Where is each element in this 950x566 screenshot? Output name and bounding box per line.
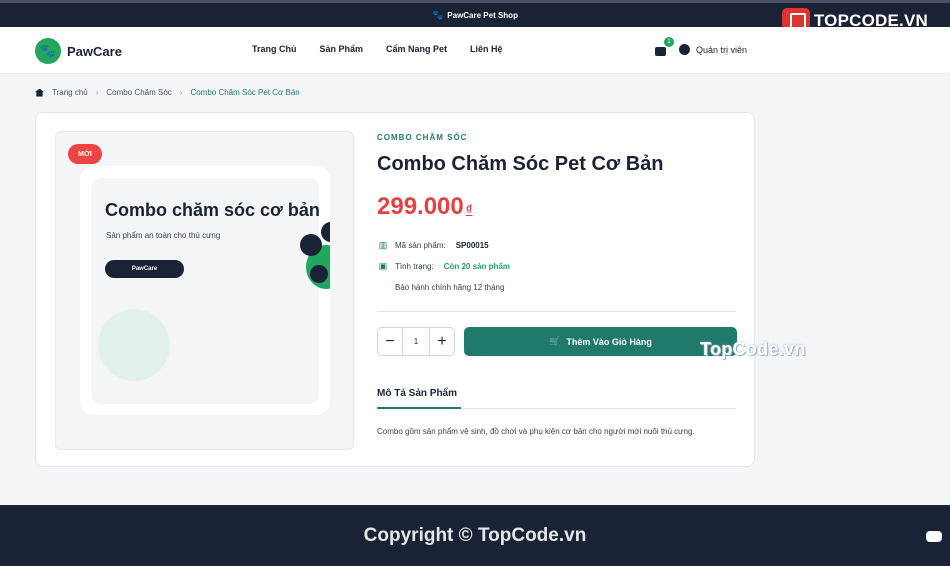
tab-description[interactable]: Mô Tả Sản Phẩm [377, 388, 457, 399]
chevron-right-icon: › [179, 88, 183, 97]
watermark-text: TopCode.vn [700, 339, 806, 359]
price-value: 299.000 [377, 193, 464, 220]
sku-row: ▥ Mã sản phẩm: SP00015 [377, 240, 489, 251]
new-badge: MỚI [68, 144, 102, 164]
announcement: 🐾 PawCare Pet Shop [432, 10, 518, 21]
warranty-text: Bảo hành chính hãng 12 tháng [395, 283, 505, 292]
product-price: 299.000 ₫ [377, 193, 472, 221]
product-image[interactable]: MỚI Combo chăm sóc cơ bản Sản phẩm an to… [55, 131, 354, 450]
breadcrumb-current: Combo Chăm Sóc Pet Cơ Bản [190, 88, 300, 97]
quantity-input[interactable]: 1 [402, 328, 430, 355]
site-footer: Copyright © TopCode.vn [0, 505, 950, 566]
decor-dot [300, 234, 322, 256]
product-title: Combo Chăm Sóc Pet Cơ Bản [377, 153, 664, 175]
tab-active-indicator [377, 407, 461, 409]
copyright: Copyright © TopCode.vn [363, 524, 587, 546]
breadcrumb-home[interactable]: Trang chủ [52, 88, 88, 97]
sku-label: Mã sản phẩm: [395, 241, 446, 250]
currency-symbol: ₫ [465, 202, 473, 217]
divider [377, 311, 736, 312]
add-to-cart-button[interactable]: 🛒 Thêm Vào Giỏ Hàng [464, 327, 737, 356]
admin-label: Quản trị viên [696, 44, 748, 55]
shop-name: PawCare Pet Shop [447, 10, 518, 20]
home-icon [35, 88, 44, 97]
decor-dot [321, 222, 330, 242]
site-header: 🐾 PawCare Trang Chủ Sản Phẩm Cẩm Nang Pe… [0, 27, 950, 74]
paw-icon: 🐾 [35, 38, 61, 64]
stock-row: ▣ Tình trạng: Còn 20 sản phẩm [377, 261, 510, 272]
brand-logo[interactable]: 🐾 PawCare [35, 38, 122, 64]
increase-button[interactable]: + [430, 328, 454, 355]
product-image-frame: Combo chăm sóc cơ bản Sản phẩm an toàn c… [80, 166, 330, 415]
paw-icon: 🐾 [432, 9, 444, 20]
breadcrumb-category[interactable]: Combo Chăm Sóc [106, 88, 171, 97]
breadcrumb: Trang chủ › Combo Chăm Sóc › Combo Chăm … [35, 88, 300, 97]
main-nav: Trang Chủ Sản Phẩm Cẩm Nang Pet Liên Hệ [252, 44, 503, 54]
warranty-row: Bảo hành chính hãng 12 tháng [377, 283, 504, 292]
cart-plus-icon: 🛒 [549, 336, 561, 346]
product-category: COMBO CHĂM SÓC [377, 133, 468, 142]
product-description: Combo gồm sản phẩm vệ sinh, đồ chơi và p… [377, 427, 695, 436]
decor-circle [98, 309, 170, 381]
user-icon [679, 44, 690, 55]
nav-item-contact[interactable]: Liên Hệ [470, 44, 503, 54]
barcode-icon: ▥ [378, 240, 388, 250]
product-image-title: Combo chăm sóc cơ bản [105, 200, 320, 220]
product-image-button: PawCare [105, 260, 184, 278]
quantity-stepper: − 1 + [377, 327, 455, 356]
stock-value: Còn 20 sản phẩm [443, 262, 510, 271]
product-card: MỚI Combo chăm sóc cơ bản Sản phẩm an to… [35, 112, 755, 467]
decrease-button[interactable]: − [378, 328, 402, 355]
chevron-right-icon: › [95, 88, 99, 97]
brand-name: PawCare [67, 43, 122, 59]
nav-item-home[interactable]: Trang Chủ [252, 44, 297, 54]
cart-button[interactable]: 1 [655, 37, 674, 56]
decor-dot [310, 265, 328, 283]
stock-label: Tình trạng: [395, 262, 434, 271]
box-icon: ▣ [378, 261, 388, 271]
add-to-cart-label: Thêm Vào Giỏ Hàng [566, 336, 652, 347]
nav-item-products[interactable]: Sản Phẩm [320, 44, 364, 54]
admin-menu[interactable]: Quản trị viên [679, 44, 747, 55]
shopping-bag-icon [655, 47, 666, 56]
cart-count-badge: 1 [664, 37, 674, 47]
sku-value: SP00015 [455, 241, 489, 250]
product-image-subtitle: Sản phẩm an toàn cho thú cưng [106, 231, 221, 240]
nav-item-pet-guide[interactable]: Cẩm Nang Pet [386, 44, 447, 54]
chat-icon[interactable] [926, 531, 942, 542]
